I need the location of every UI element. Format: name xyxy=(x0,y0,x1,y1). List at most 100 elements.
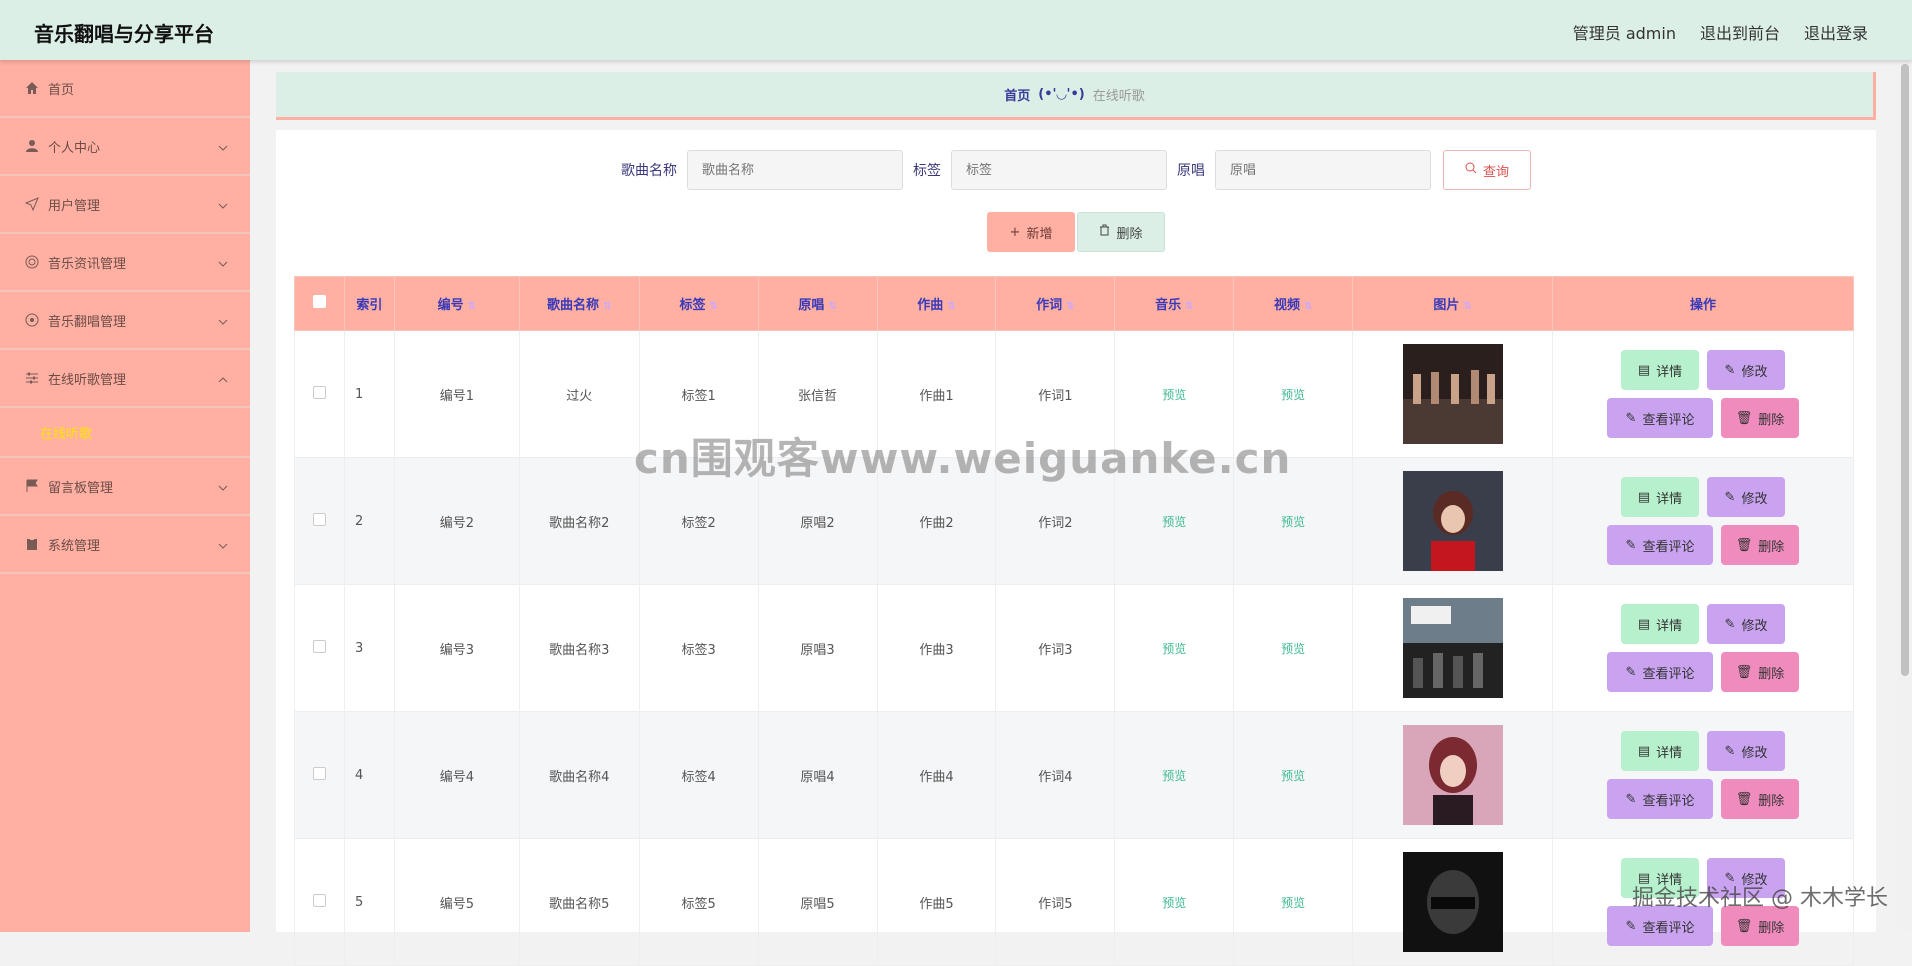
sidebar-item-user-management[interactable]: 用户管理 xyxy=(0,176,250,234)
sidebar-item-music-news[interactable]: 音乐资讯管理 xyxy=(0,234,250,292)
detail-button[interactable]: ▤详情 xyxy=(1621,604,1699,644)
music-preview-link[interactable]: 预览 xyxy=(1162,896,1186,910)
delete-button[interactable]: 🗑删除 xyxy=(1721,906,1799,946)
video-preview-link[interactable]: 预览 xyxy=(1281,642,1305,656)
cell-song-name: 歌曲名称4 xyxy=(519,712,639,839)
flag-icon xyxy=(24,478,40,494)
cell-singer: 原唱2 xyxy=(758,458,877,585)
cell-video: 预览 xyxy=(1234,585,1353,712)
delete-button[interactable]: 🗑删除 xyxy=(1721,525,1799,565)
edit-icon: ✎ xyxy=(1725,363,1736,378)
video-preview-link[interactable]: 预览 xyxy=(1281,388,1305,402)
top-bar: 音乐翻唱与分享平台 管理员 admin 退出到前台 退出登录 xyxy=(0,0,1912,60)
view-comments-button[interactable]: ✎查看评论 xyxy=(1607,525,1713,565)
sidebar-item-online-listening[interactable]: 在线听歌管理 xyxy=(0,350,250,408)
music-preview-link[interactable]: 预览 xyxy=(1162,515,1186,529)
cell-music: 预览 xyxy=(1115,331,1234,458)
top-nav: 管理员 admin 退出到前台 退出登录 xyxy=(1573,20,1868,44)
edit-button[interactable]: ✎修改 xyxy=(1707,350,1785,390)
sidebar: 首页 个人中心 用户管理 音乐资讯管理 音乐翻唱管理 在线听歌管理 在线听歌 留… xyxy=(0,60,250,932)
table-row: 3编号3歌曲名称3标签3原唱3作曲3作词3预览预览▤详情✎修改✎查看评论🗑删除 xyxy=(295,585,1854,712)
column-header[interactable]: 作曲⇅ xyxy=(877,277,996,331)
delete-button[interactable]: 🗑删除 xyxy=(1721,398,1799,438)
vertical-scrollbar[interactable] xyxy=(1898,60,1912,932)
music-preview-link[interactable]: 预览 xyxy=(1162,388,1186,402)
sidebar-item-label: 音乐翻唱管理 xyxy=(48,311,126,330)
cell-number: 编号1 xyxy=(394,331,519,458)
row-checkbox[interactable] xyxy=(295,712,345,839)
trash-icon: 🗑 xyxy=(1736,411,1753,426)
document-icon: ▤ xyxy=(1638,490,1650,505)
edit-button[interactable]: ✎修改 xyxy=(1707,731,1785,771)
view-comments-button[interactable]: ✎查看评论 xyxy=(1607,906,1713,946)
sidebar-item-label: 在线听歌管理 xyxy=(48,369,126,388)
batch-delete-button[interactable]: 删除 xyxy=(1077,212,1165,252)
delete-button[interactable]: 🗑删除 xyxy=(1721,652,1799,692)
detail-button[interactable]: ▤详情 xyxy=(1621,731,1699,771)
edit-icon: ✎ xyxy=(1725,744,1736,759)
sidebar-item-personal-center[interactable]: 个人中心 xyxy=(0,118,250,176)
breadcrumb-home[interactable]: 首页 xyxy=(1004,85,1030,104)
column-header[interactable]: 音乐⇅ xyxy=(1115,277,1234,331)
cell-video: 预览 xyxy=(1234,712,1353,839)
column-header[interactable]: 编号⇅ xyxy=(394,277,519,331)
app-title: 音乐翻唱与分享平台 xyxy=(34,18,214,47)
music-preview-link[interactable]: 预览 xyxy=(1162,769,1186,783)
column-header[interactable]: 标签⇅ xyxy=(639,277,758,331)
column-header[interactable]: 原唱⇅ xyxy=(758,277,877,331)
table-row: 2编号2歌曲名称2标签2原唱2作曲2作词2预览预览▤详情✎修改✎查看评论🗑删除 xyxy=(295,458,1854,585)
cell-song-name: 过火 xyxy=(519,331,639,458)
logout-link[interactable]: 退出登录 xyxy=(1804,20,1868,44)
exit-to-front-link[interactable]: 退出到前台 xyxy=(1700,20,1780,44)
sidebar-item-message-board[interactable]: 留言板管理 xyxy=(0,458,250,516)
view-comments-button[interactable]: ✎查看评论 xyxy=(1607,398,1713,438)
cell-composer: 作曲4 xyxy=(877,712,996,839)
cell-number: 编号2 xyxy=(394,458,519,585)
document-icon: ▤ xyxy=(1638,617,1650,632)
cell-index: 4 xyxy=(344,712,394,839)
cell-tag: 标签2 xyxy=(639,458,758,585)
row-checkbox[interactable] xyxy=(295,585,345,712)
row-checkbox[interactable] xyxy=(295,331,345,458)
delete-button[interactable]: 🗑删除 xyxy=(1721,779,1799,819)
main-content: 首页 (•'◡'•) 在线听歌 歌曲名称 标签 原唱 查询 + 新增 删除 xyxy=(250,60,1912,932)
edit-button[interactable]: ✎修改 xyxy=(1707,604,1785,644)
video-preview-link[interactable]: 预览 xyxy=(1281,896,1305,910)
sidebar-item-home[interactable]: 首页 xyxy=(0,60,250,118)
query-button[interactable]: 查询 xyxy=(1443,150,1531,190)
column-header[interactable]: 图片⇅ xyxy=(1353,277,1553,331)
select-all-checkbox[interactable] xyxy=(295,277,345,331)
column-header: 操作 xyxy=(1553,277,1854,331)
view-comments-button[interactable]: ✎查看评论 xyxy=(1607,652,1713,692)
cover-image xyxy=(1403,514,1503,529)
cell-composer: 作曲2 xyxy=(877,458,996,585)
cell-image xyxy=(1353,331,1553,458)
view-comments-button[interactable]: ✎查看评论 xyxy=(1607,779,1713,819)
cell-tag: 标签5 xyxy=(639,839,758,966)
breadcrumb: 首页 (•'◡'•) 在线听歌 xyxy=(276,72,1876,120)
column-header[interactable]: 作词⇅ xyxy=(996,277,1115,331)
column-header[interactable]: 视频⇅ xyxy=(1234,277,1353,331)
video-preview-link[interactable]: 预览 xyxy=(1281,515,1305,529)
row-checkbox[interactable] xyxy=(295,458,345,585)
sidebar-item-music-cover[interactable]: 音乐翻唱管理 xyxy=(0,292,250,350)
song-table: 索引 编号⇅ 歌曲名称⇅ 标签⇅ 原唱⇅ 作曲⇅ 作词⇅ 音乐⇅ 视频⇅ 图片⇅… xyxy=(294,276,1854,966)
song-name-input[interactable] xyxy=(687,150,903,190)
tag-input[interactable] xyxy=(951,150,1167,190)
video-preview-link[interactable]: 预览 xyxy=(1281,769,1305,783)
edit-button[interactable]: ✎修改 xyxy=(1707,477,1785,517)
submenu-online-listening[interactable]: 在线听歌 xyxy=(0,408,250,458)
target-icon xyxy=(24,254,40,270)
music-preview-link[interactable]: 预览 xyxy=(1162,642,1186,656)
detail-button[interactable]: ▤详情 xyxy=(1621,477,1699,517)
singer-input[interactable] xyxy=(1215,150,1431,190)
cell-image xyxy=(1353,458,1553,585)
row-checkbox[interactable] xyxy=(295,839,345,966)
chevron-down-icon xyxy=(218,480,228,495)
add-button[interactable]: + 新增 xyxy=(987,212,1075,252)
sidebar-item-system[interactable]: 系统管理 xyxy=(0,516,250,574)
document-icon: ▤ xyxy=(1638,744,1650,759)
column-header[interactable]: 歌曲名称⇅ xyxy=(519,277,639,331)
detail-button[interactable]: ▤详情 xyxy=(1621,350,1699,390)
scrollbar-thumb[interactable] xyxy=(1901,64,1909,676)
